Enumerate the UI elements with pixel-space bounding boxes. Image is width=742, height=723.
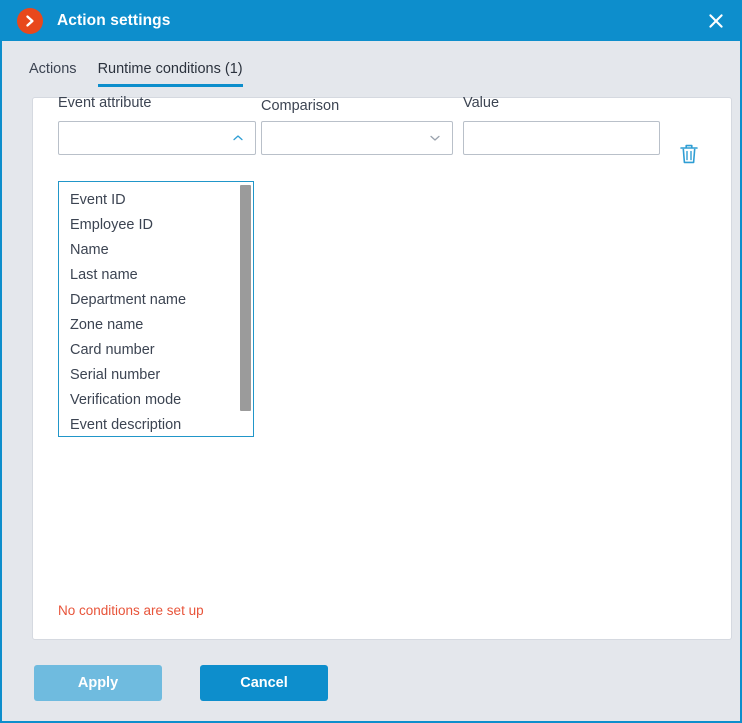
close-icon[interactable]: [704, 9, 728, 33]
dropdown-option[interactable]: Serial number: [59, 363, 253, 388]
chevron-down-icon: [430, 135, 440, 141]
comparison-label: Comparison: [261, 98, 340, 114]
value-input[interactable]: [463, 121, 660, 155]
comparison-select[interactable]: [261, 121, 453, 155]
title-bar: Action settings: [2, 0, 740, 41]
apply-button[interactable]: Apply: [34, 665, 162, 701]
dropdown-option[interactable]: Card number: [59, 338, 253, 363]
dropdown-scrollbar[interactable]: [240, 184, 251, 436]
event-attribute-label: Event attribute: [58, 95, 152, 111]
dropdown-option[interactable]: Last name: [59, 263, 253, 288]
dropdown-option[interactable]: Event description: [59, 413, 253, 436]
dialog-footer: Apply Cancel: [2, 662, 740, 719]
event-attribute-dropdown[interactable]: Event ID Employee ID Name Last name Depa…: [58, 181, 254, 437]
condition-row: Event attribute Comparison Value: [33, 95, 733, 178]
tab-bar: Actions Runtime conditions (1): [2, 41, 740, 88]
dropdown-option[interactable]: Name: [59, 238, 253, 263]
comparison-group: Comparison: [261, 98, 453, 155]
dropdown-option-list: Event ID Employee ID Name Last name Depa…: [59, 188, 253, 436]
chevron-up-icon: [233, 135, 243, 141]
cancel-button[interactable]: Cancel: [200, 665, 328, 701]
value-label: Value: [463, 95, 500, 111]
tab-runtime-conditions[interactable]: Runtime conditions (1): [97, 61, 243, 87]
dropdown-option[interactable]: Event ID: [59, 188, 253, 213]
dropdown-option[interactable]: Zone name: [59, 313, 253, 338]
action-settings-dialog: Action settings Actions Runtime conditio…: [0, 0, 742, 723]
event-attribute-group: Event attribute: [58, 95, 256, 155]
window-title: Action settings: [57, 11, 171, 29]
dropdown-option[interactable]: Employee ID: [59, 213, 253, 238]
chevron-right-circle-icon: [17, 7, 43, 34]
dropdown-option[interactable]: Department name: [59, 288, 253, 313]
validation-message: No conditions are set up: [58, 603, 204, 618]
conditions-panel: Event attribute Comparison Value Event I…: [32, 95, 733, 640]
value-group: Value: [463, 95, 660, 155]
event-attribute-select[interactable]: [58, 121, 256, 155]
tab-actions[interactable]: Actions: [29, 61, 77, 87]
dropdown-option[interactable]: Verification mode: [59, 388, 253, 413]
trash-icon[interactable]: [676, 141, 702, 167]
dropdown-scrollbar-thumb[interactable]: [240, 185, 251, 411]
